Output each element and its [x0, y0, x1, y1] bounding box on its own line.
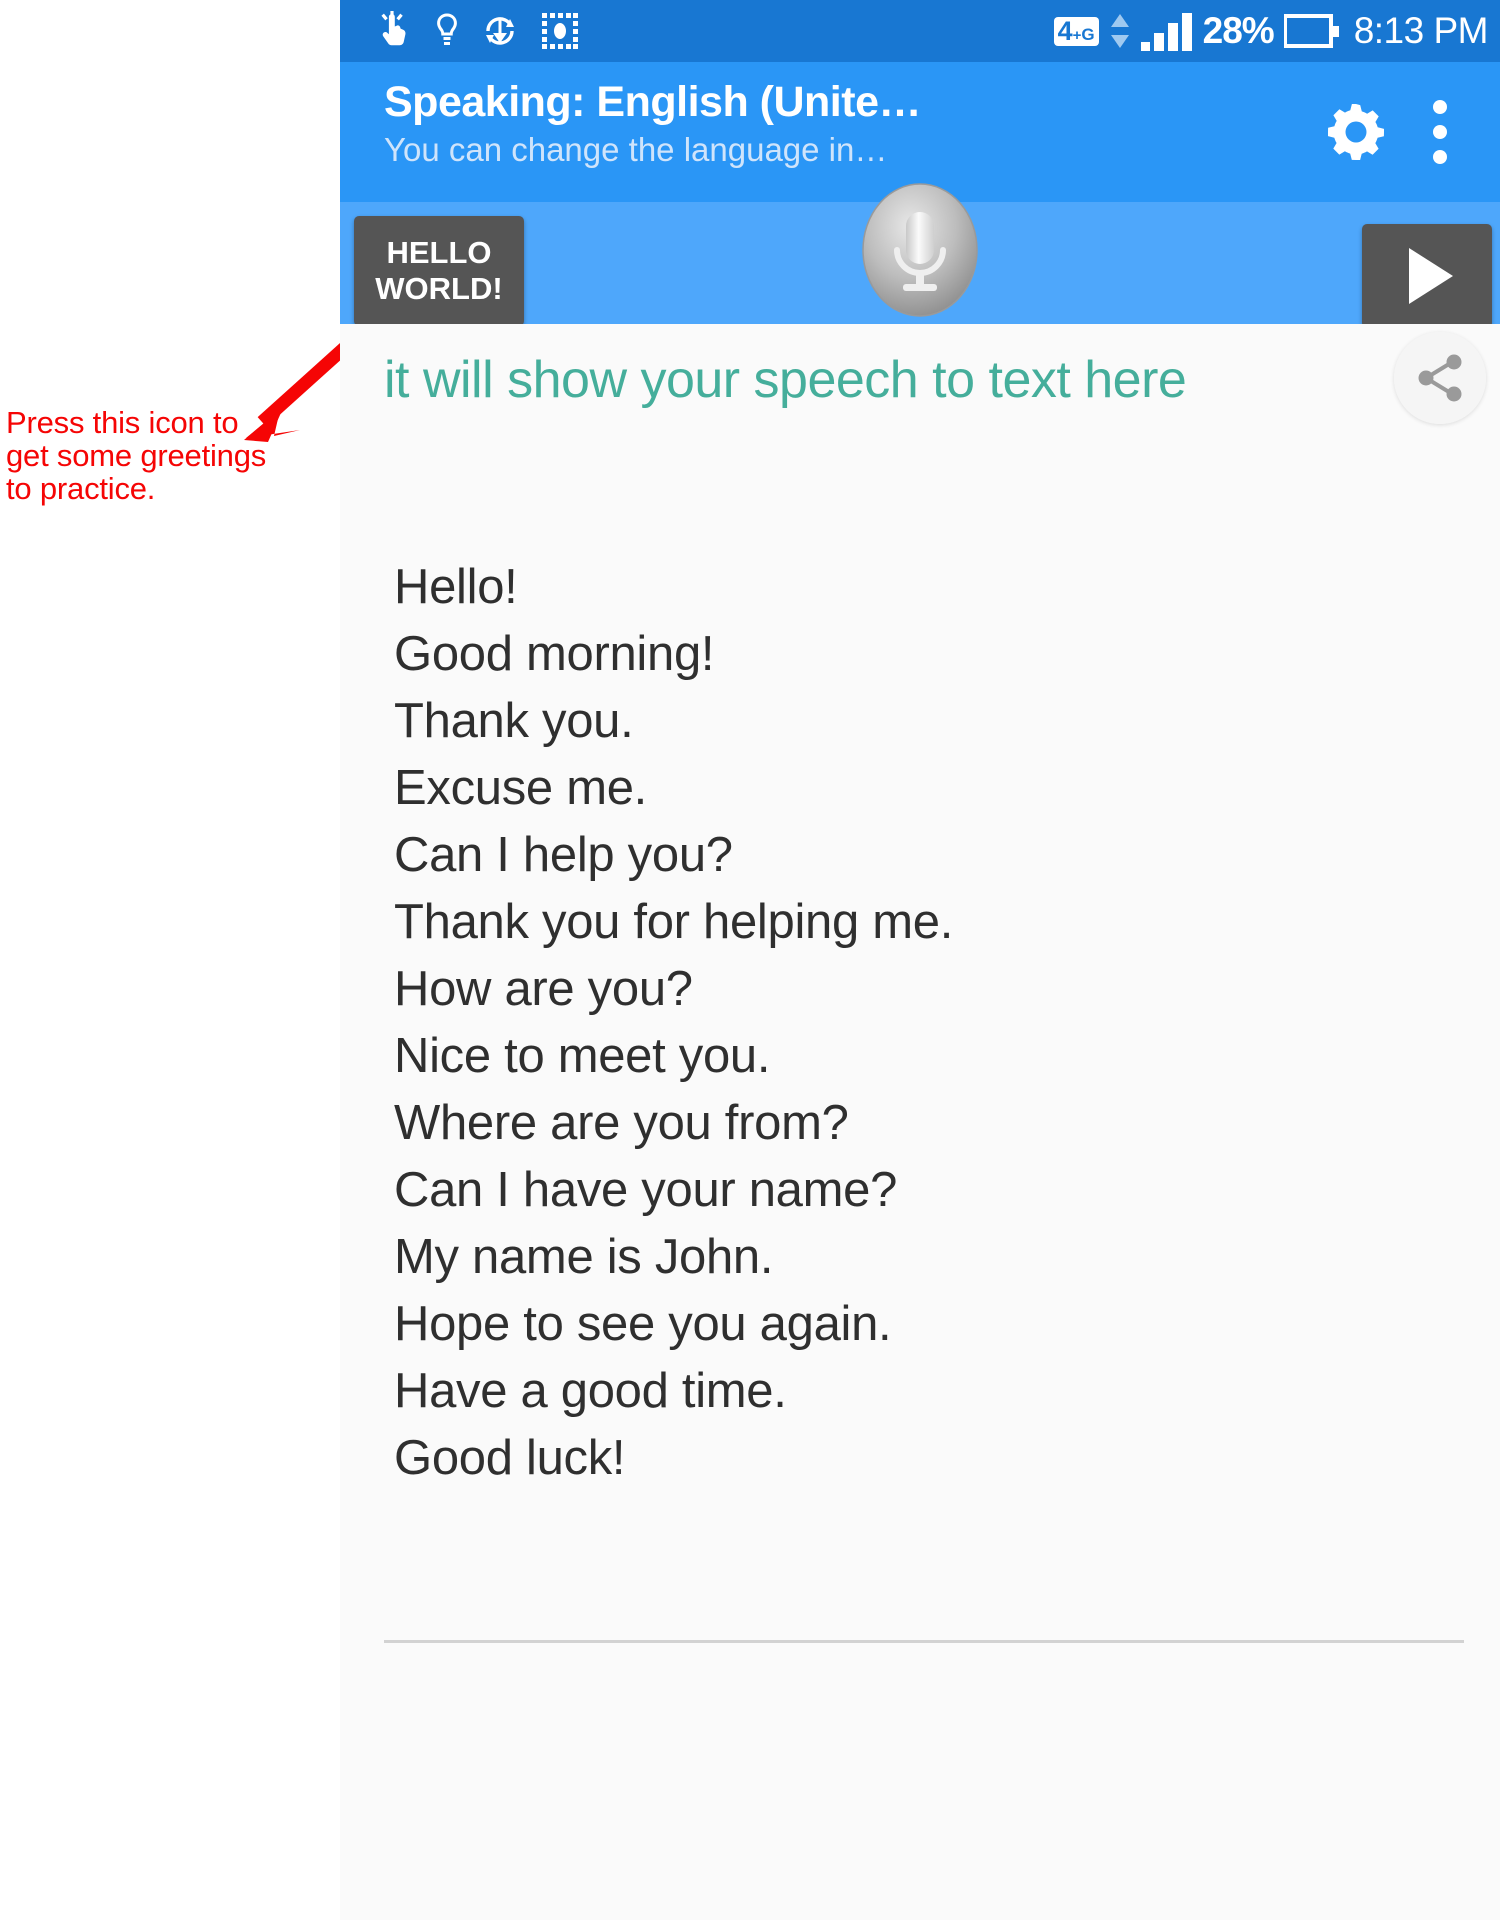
list-divider	[384, 1640, 1464, 1643]
overflow-menu-button[interactable]	[1402, 94, 1478, 170]
screenshot-capture-icon	[542, 13, 578, 49]
app-bar-titles: Speaking: English (Unite… You can change…	[340, 76, 1318, 172]
status-bar-clock: 8:13 PM	[1353, 10, 1489, 51]
touch-gesture-icon	[381, 11, 406, 46]
sync-download-icon	[486, 17, 514, 45]
greetings-list-viewport[interactable]: Hello! Good morning! Thank you. Excuse m…	[340, 510, 1500, 1630]
data-transfer-arrows-icon	[1110, 14, 1129, 48]
control-row: HELLO WORLD!	[340, 183, 1500, 328]
hello-world-button[interactable]: HELLO WORLD!	[354, 216, 524, 326]
list-item[interactable]: Nice to meet you.	[394, 1023, 1460, 1090]
gear-icon	[1328, 104, 1384, 160]
annotation-layer: Press this icon to get some greetings to…	[0, 0, 367, 1920]
list-item[interactable]: Hope to see you again.	[394, 1291, 1460, 1358]
list-item[interactable]: Good luck!	[394, 1425, 1460, 1492]
settings-button[interactable]	[1318, 94, 1394, 170]
microphone-icon	[862, 183, 978, 317]
list-item[interactable]: Thank you for helping me.	[394, 889, 1460, 956]
play-button[interactable]	[1362, 224, 1492, 328]
signal-bars-icon	[1140, 13, 1192, 51]
list-item[interactable]: Can I have your name?	[394, 1157, 1460, 1224]
page-subtitle: You can change the language in…	[384, 131, 888, 168]
status-bar-left-icons	[378, 11, 580, 51]
share-button[interactable]	[1394, 332, 1486, 424]
list-item[interactable]: Where are you from?	[394, 1090, 1460, 1157]
content-area: it will show your speech to text here He…	[340, 324, 1500, 1920]
phone-screenshot: 4 + G 28% 8:13 PM Speaking: English (Uni…	[340, 0, 1500, 1920]
page-title: Speaking: English (Unite…	[384, 78, 922, 126]
speech-to-text-hint: it will show your speech to text here	[384, 351, 1187, 409]
status-bar-right-icons: 4 + G 28% 8:13 PM	[1053, 10, 1489, 52]
annotation-text: Press this icon to get some greetings to…	[6, 405, 267, 506]
screenshot-root: Press this icon to get some greetings to…	[0, 0, 1500, 1920]
network-type-icon: 4 + G	[1053, 16, 1099, 46]
list-item[interactable]: How are you?	[394, 956, 1460, 1023]
status-bar: 4 + G 28% 8:13 PM	[340, 0, 1500, 62]
greetings-list: Hello! Good morning! Thank you. Excuse m…	[340, 510, 1500, 1492]
share-icon	[1418, 354, 1462, 402]
microphone-button[interactable]	[861, 180, 979, 320]
list-item[interactable]: Good morning!	[394, 621, 1460, 688]
app-bar-actions	[1318, 76, 1500, 170]
lightbulb-icon	[437, 13, 457, 45]
battery-percent-label: 28%	[1202, 10, 1275, 51]
list-item[interactable]: My name is John.	[394, 1224, 1460, 1291]
list-item[interactable]: Have a good time.	[394, 1358, 1460, 1425]
list-item[interactable]: Hello!	[394, 554, 1460, 621]
more-options-icon	[1433, 100, 1447, 164]
list-item[interactable]: Thank you.	[394, 688, 1460, 755]
play-triangle-icon	[1409, 248, 1453, 304]
list-item[interactable]: Excuse me.	[394, 755, 1460, 822]
list-item[interactable]: Can I help you?	[394, 822, 1460, 889]
battery-icon	[1283, 14, 1339, 48]
